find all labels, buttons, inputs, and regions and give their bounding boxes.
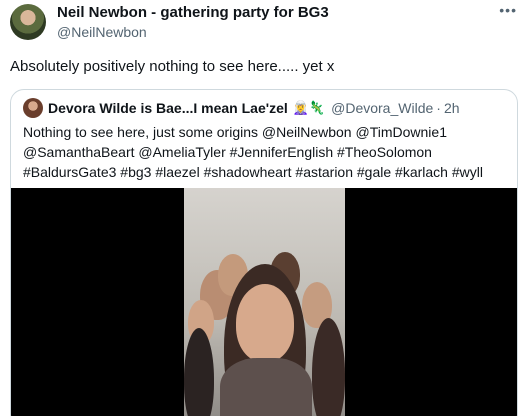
quoted-tweet-header: Devora Wilde is Bae...I mean Lae'zel 🧝‍♀… bbox=[23, 98, 460, 118]
quoted-tweet-timestamp[interactable]: 2h bbox=[444, 99, 460, 117]
quoted-author-handle: @Devora_Wilde bbox=[331, 100, 434, 116]
quoted-author-emojis: 🧝‍♀️🦎 bbox=[292, 100, 326, 115]
separator-dot: · bbox=[436, 100, 441, 116]
quoted-tweet[interactable]: Devora Wilde is Bae...I mean Lae'zel 🧝‍♀… bbox=[10, 89, 518, 416]
tweet-text: Absolutely positively nothing to see her… bbox=[10, 58, 335, 75]
ellipsis-icon[interactable]: ••• bbox=[499, 2, 517, 18]
person-figure bbox=[220, 358, 312, 416]
author-avatar[interactable] bbox=[10, 4, 46, 40]
video-thumbnail bbox=[184, 188, 345, 416]
author-display-name[interactable]: Neil Newbon - gathering party for BG3 bbox=[57, 3, 477, 23]
video-player[interactable] bbox=[11, 188, 517, 416]
quoted-author-display-name: Devora Wilde is Bae...I mean Lae'zel bbox=[48, 100, 288, 116]
quoted-text-line: Nothing to see here, just some origins @… bbox=[23, 124, 447, 140]
quoted-author-avatar bbox=[23, 98, 43, 118]
person-figure bbox=[184, 328, 214, 416]
person-figure bbox=[312, 318, 345, 416]
quoted-text-line: @SamanthaBeart @AmeliaTyler #JenniferEng… bbox=[23, 144, 432, 160]
tweet-header: Neil Newbon - gathering party for BG3 @N… bbox=[57, 3, 477, 41]
quoted-tweet-text: Nothing to see here, just some origins @… bbox=[23, 122, 513, 182]
person-face bbox=[236, 284, 294, 362]
quoted-text-line: #BaldursGate3 #bg3 #laezel #shadowheart … bbox=[23, 164, 483, 180]
author-handle[interactable]: @NeilNewbon bbox=[57, 23, 477, 41]
